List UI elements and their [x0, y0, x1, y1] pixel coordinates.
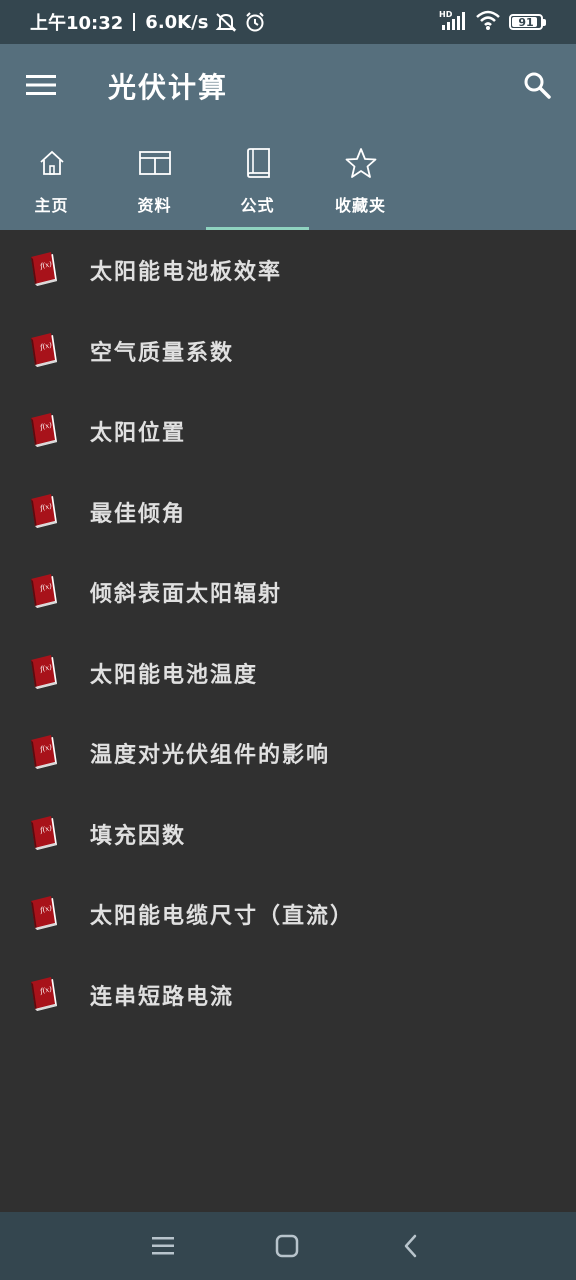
tab-formulas[interactable]: 公式: [206, 140, 309, 230]
formula-list-item[interactable]: f(x) 最佳倾角: [0, 472, 576, 553]
formula-list-item[interactable]: f(x) 太阳位置: [0, 391, 576, 472]
formula-list: f(x) 太阳能电池板效率 f(x) 空气质量系数 f(x) 太阳位置 f(x)…: [0, 230, 576, 1035]
formula-list-item[interactable]: f(x) 温度对光伏组件的影响: [0, 713, 576, 794]
svg-text:HD: HD: [439, 10, 453, 19]
formula-list-item[interactable]: f(x) 太阳能电池温度: [0, 633, 576, 714]
formula-book-icon: f(x): [24, 734, 64, 772]
book-icon: [244, 146, 272, 180]
search-icon: [524, 72, 551, 99]
tab-resources[interactable]: 资料: [103, 140, 206, 230]
home-nav-button[interactable]: [270, 1229, 304, 1263]
formula-book-icon: f(x): [24, 251, 64, 289]
battery-icon: 91: [509, 14, 546, 30]
formula-list-item[interactable]: f(x) 太阳能电缆尺寸（直流）: [0, 874, 576, 955]
menu-button[interactable]: [18, 62, 64, 108]
wifi-icon: [475, 9, 501, 35]
formula-book-icon: f(x): [24, 573, 64, 611]
system-nav-bar: [0, 1212, 576, 1280]
search-button[interactable]: [514, 62, 560, 108]
network-speed: 6.0K/s: [145, 11, 209, 33]
tab-resources-label: 资料: [137, 196, 172, 215]
status-right: HD 91: [439, 0, 546, 44]
hd-signal-icon: HD: [439, 9, 467, 35]
formula-list-item[interactable]: f(x) 倾斜表面太阳辐射: [0, 552, 576, 633]
formula-book-icon: f(x): [24, 895, 64, 933]
battery-body: 91: [509, 14, 543, 30]
home-button-icon: [275, 1234, 299, 1258]
status-time: 上午10:32: [30, 13, 124, 34]
formula-label: 太阳能电池板效率: [90, 260, 283, 286]
tab-bar: 主页 资料 公式 收藏夹: [0, 140, 412, 230]
status-bar: 上午10:32 6.0K/s HD 91: [0, 0, 576, 44]
formula-book-icon: f(x): [24, 815, 64, 853]
tab-favorites-label: 收藏夹: [334, 196, 386, 215]
alarm-icon: [244, 11, 266, 33]
back-button[interactable]: [394, 1229, 428, 1263]
app-header: 光伏计算 主页 资料 公式 收藏夹: [0, 44, 576, 230]
formula-list-item[interactable]: f(x) 空气质量系数: [0, 311, 576, 392]
formula-label: 温度对光伏组件的影响: [90, 743, 331, 769]
formula-list-item[interactable]: f(x) 连串短路电流: [0, 955, 576, 1036]
table-icon: [138, 146, 171, 180]
recents-icon: [152, 1237, 174, 1255]
recents-button[interactable]: [146, 1229, 180, 1263]
hamburger-menu-icon: [26, 75, 56, 95]
formula-label: 太阳位置: [90, 421, 187, 447]
formula-book-icon: f(x): [24, 412, 64, 450]
mute-icon: [214, 11, 238, 33]
formula-label: 太阳能电池温度: [90, 662, 259, 688]
status-separator: [133, 13, 136, 31]
formula-label: 空气质量系数: [90, 340, 235, 366]
formula-label: 太阳能电缆尺寸（直流）: [90, 904, 355, 930]
tab-formulas-label: 公式: [240, 196, 275, 215]
tab-home[interactable]: 主页: [0, 140, 103, 230]
back-icon: [404, 1234, 417, 1258]
battery-level: 91: [518, 15, 534, 29]
formula-book-icon: f(x): [24, 654, 64, 692]
star-icon: [345, 146, 377, 180]
home-icon: [37, 146, 67, 180]
formula-label: 填充因数: [90, 823, 187, 849]
formula-book-icon: f(x): [24, 332, 64, 370]
tab-favorites[interactable]: 收藏夹: [309, 140, 412, 230]
battery-tip: [543, 18, 546, 26]
formula-label: 倾斜表面太阳辐射: [90, 582, 283, 608]
formula-book-icon: f(x): [24, 493, 64, 531]
status-left: 上午10:32 6.0K/s: [30, 0, 266, 44]
app-title: 光伏计算: [108, 71, 229, 104]
tab-home-label: 主页: [34, 196, 69, 215]
formula-list-item[interactable]: f(x) 太阳能电池板效率: [0, 230, 576, 311]
formula-label: 最佳倾角: [90, 501, 187, 527]
formula-list-item[interactable]: f(x) 填充因数: [0, 794, 576, 875]
formula-book-icon: f(x): [24, 976, 64, 1014]
formula-label: 连串短路电流: [90, 984, 235, 1010]
